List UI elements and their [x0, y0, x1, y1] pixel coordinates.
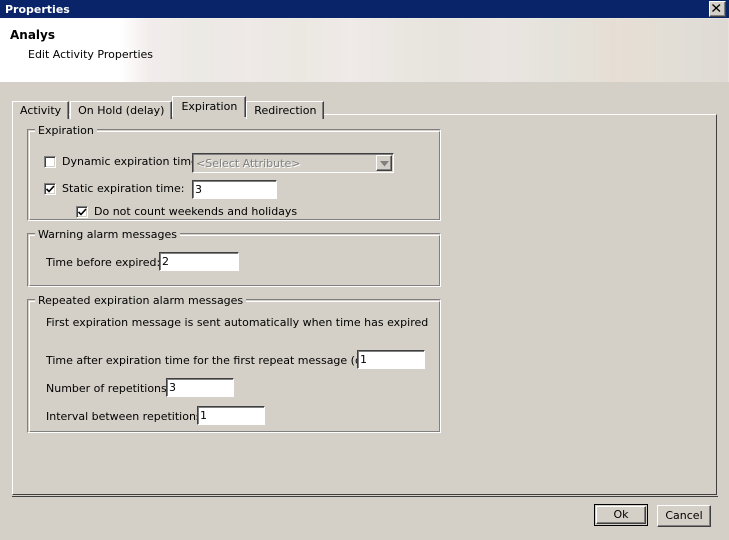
repeated-note: First expiration message is sent automat…	[46, 316, 429, 329]
tab-expiration[interactable]: Expiration	[172, 96, 247, 117]
interval-input[interactable]: 1	[197, 406, 265, 425]
repetitions-label: Number of repetitions:	[46, 382, 171, 395]
skip-weekends-checkbox[interactable]	[76, 205, 88, 218]
banner-bottom-fill	[0, 82, 729, 92]
tab-on-hold-delay[interactable]: On Hold (delay)	[70, 101, 173, 119]
tab-panel-expiration: Expiration Dynamic expiration time: <Sel…	[12, 114, 717, 495]
cancel-button[interactable]: Cancel	[657, 505, 711, 527]
ok-button-label: Ok	[596, 506, 646, 524]
window-titlebar: Properties	[0, 0, 729, 18]
tab-strip: Activity On Hold (delay) Expiration Redi…	[12, 96, 325, 119]
time-before-expired-input[interactable]: 2	[159, 252, 239, 271]
tab-activity[interactable]: Activity	[12, 101, 70, 119]
footer-separator	[12, 496, 718, 497]
group-expiration: Expiration Dynamic expiration time: <Sel…	[27, 124, 441, 221]
static-expiration-input[interactable]: 3	[192, 180, 277, 199]
skip-weekends-label: Do not count weekends and holidays	[94, 205, 298, 218]
window-title: Properties	[5, 2, 70, 16]
static-expiration-label: Static expiration time:	[62, 182, 185, 195]
dynamic-expiration-row: Dynamic expiration time:	[44, 155, 202, 168]
time-before-expired-label: Time before expired:	[46, 256, 161, 269]
group-repeated-alarm-label: Repeated expiration alarm messages	[35, 294, 247, 307]
group-repeated-alarm: Repeated expiration alarm messages First…	[27, 294, 441, 433]
repetitions-input[interactable]: 3	[166, 378, 234, 397]
header-banner: Analys Edit Activity Properties	[0, 18, 729, 92]
banner-subtitle: Edit Activity Properties	[28, 48, 154, 61]
group-expiration-label: Expiration	[35, 124, 97, 137]
tab-redirection[interactable]: Redirection	[246, 101, 325, 119]
dynamic-expiration-checkbox[interactable]	[44, 155, 56, 168]
chevron-down-icon[interactable]	[376, 155, 392, 171]
attribute-combobox[interactable]: <Select Attribute>	[192, 153, 394, 173]
interval-label: Interval between repetitions:	[46, 410, 206, 423]
static-expiration-row: Static expiration time:	[44, 182, 184, 195]
first-repeat-label: Time after expiration time for the first…	[46, 354, 389, 367]
group-warning-alarm-label: Warning alarm messages	[35, 228, 180, 241]
banner-title: Analys	[10, 28, 56, 42]
static-expiration-checkbox[interactable]	[44, 182, 56, 195]
weekends-row: Do not count weekends and holidays	[76, 205, 297, 218]
ok-button[interactable]: Ok	[594, 504, 648, 526]
dynamic-expiration-label: Dynamic expiration time:	[62, 155, 202, 168]
first-repeat-input[interactable]: 1	[357, 350, 425, 369]
group-warning-alarm: Warning alarm messages Time before expir…	[27, 228, 441, 287]
close-button[interactable]	[709, 1, 726, 17]
attribute-combobox-value: <Select Attribute>	[196, 156, 301, 170]
